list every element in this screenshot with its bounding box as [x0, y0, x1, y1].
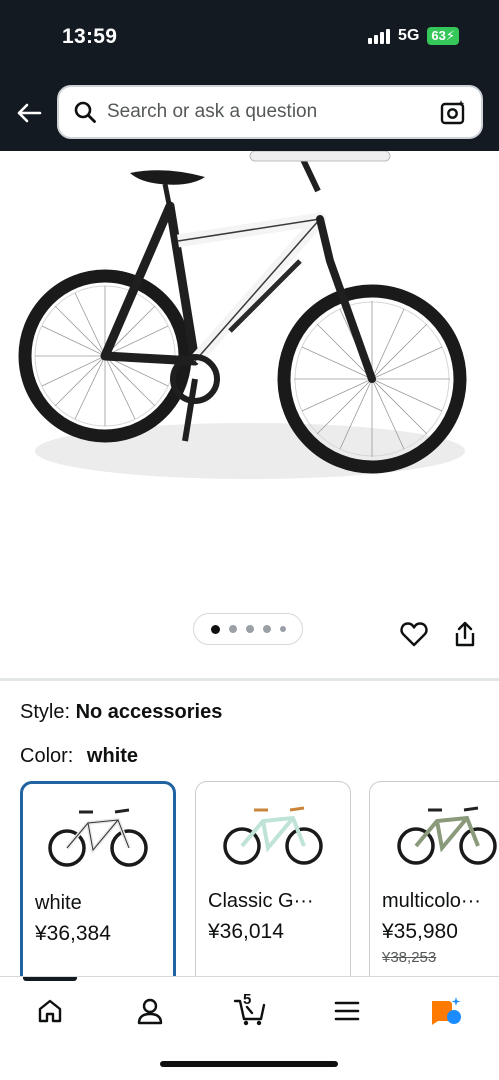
variant-card-classic-green[interactable]: Classic G··· ¥36,014 [195, 781, 351, 976]
back-arrow-icon [17, 103, 42, 123]
wishlist-button[interactable] [399, 619, 429, 649]
carousel-dot[interactable] [210, 624, 220, 634]
image-carousel-dots[interactable] [193, 613, 303, 645]
variant-thumbnail [196, 796, 350, 876]
nav-home[interactable] [30, 991, 70, 1031]
product-image[interactable] [0, 151, 499, 606]
section-divider [0, 678, 499, 681]
nav-account[interactable] [130, 991, 170, 1031]
top-app-bar: 13:59 5G 63⚡ [0, 0, 499, 151]
variant-thumbnail [23, 798, 173, 878]
battery-level: 63 [431, 28, 446, 43]
charging-icon: ⚡ [445, 28, 455, 43]
style-label: Style: [20, 701, 71, 723]
variant-price: ¥36,384 [35, 922, 111, 945]
assistant-icon [432, 997, 461, 1025]
variant-list-price: ¥38,253 [382, 949, 437, 966]
status-indicators: 5G 63⚡ [368, 27, 459, 45]
style-value: No accessories [75, 701, 223, 723]
signal-icon [368, 28, 391, 44]
network-type: 5G [398, 27, 420, 44]
carousel-dot[interactable] [279, 626, 286, 632]
variant-price: ¥36,014 [208, 920, 284, 943]
active-tab-indicator [23, 977, 77, 981]
variant-name: multicolo··· [382, 890, 481, 912]
style-selection: Style: No accessories [20, 701, 222, 724]
menu-icon [334, 1001, 360, 1021]
variant-card-white[interactable]: white ¥36,384 [20, 781, 176, 976]
nav-menu[interactable] [327, 991, 367, 1031]
bicycle-image [18, 151, 467, 479]
camera-search-icon[interactable] [439, 98, 467, 126]
cart-count: 5 [243, 991, 252, 1008]
nav-cart[interactable]: 5 [228, 991, 272, 1031]
color-selection: Color: white [20, 745, 138, 768]
battery-badge: 63⚡ [427, 27, 459, 45]
bicycle-thumbnail-icon [397, 806, 497, 865]
variant-card-multicolor[interactable]: multicolo··· ¥35,980 ¥38,253 [369, 781, 499, 976]
bicycle-thumbnail-icon [223, 806, 323, 865]
heart-icon [400, 622, 428, 647]
search-bar[interactable] [57, 85, 483, 139]
person-icon [137, 998, 163, 1025]
variant-name: white [35, 892, 82, 914]
carousel-dot[interactable] [228, 625, 237, 633]
carousel-dot[interactable] [262, 625, 271, 633]
bicycle-thumbnail-icon [48, 808, 148, 867]
carousel-dot[interactable] [245, 625, 254, 633]
color-variant-list[interactable]: white ¥36,384 Classic G··· ¥36,014 multi… [20, 781, 499, 976]
share-button[interactable] [450, 618, 480, 650]
variant-price: ¥35,980 [382, 920, 458, 943]
home-indicator [160, 1061, 338, 1067]
status-time: 13:59 [62, 25, 118, 48]
color-label: Color: [20, 745, 74, 767]
color-value: white [86, 745, 139, 767]
home-icon [38, 999, 62, 1023]
search-input[interactable] [107, 97, 439, 127]
back-button[interactable] [14, 98, 44, 128]
variant-name: Classic G··· [208, 890, 314, 912]
nav-rufus-assistant[interactable] [426, 991, 466, 1031]
variant-thumbnail [370, 796, 499, 876]
share-icon [455, 621, 475, 647]
search-icon [73, 100, 97, 124]
